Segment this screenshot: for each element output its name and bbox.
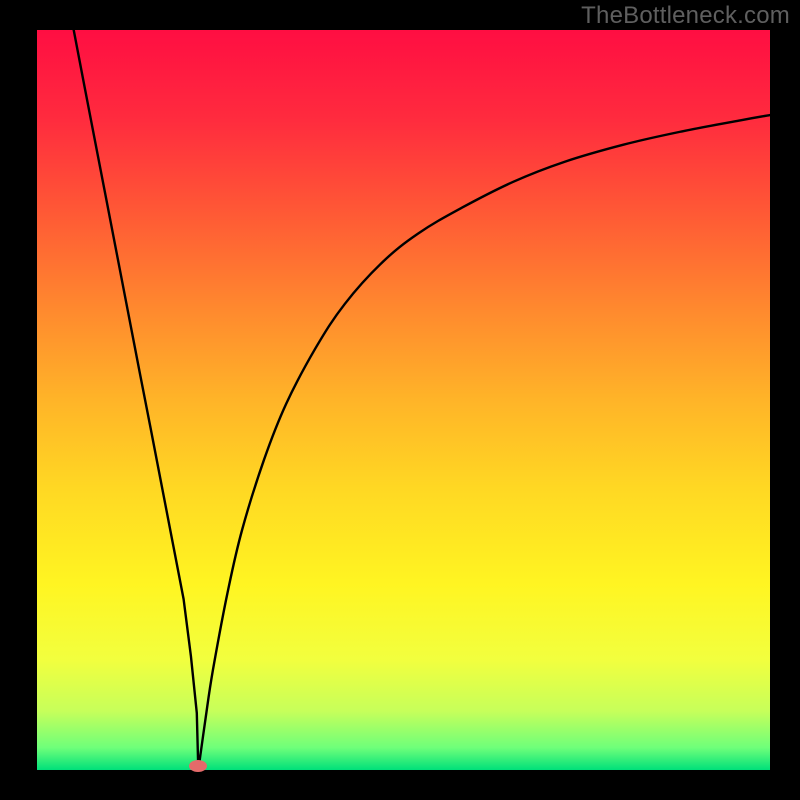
plot-background bbox=[37, 30, 770, 770]
watermark-label: TheBottleneck.com bbox=[581, 2, 790, 30]
chart-frame: TheBottleneck.com bbox=[0, 0, 800, 800]
chart-svg bbox=[0, 0, 800, 800]
optimum-marker bbox=[189, 760, 207, 772]
